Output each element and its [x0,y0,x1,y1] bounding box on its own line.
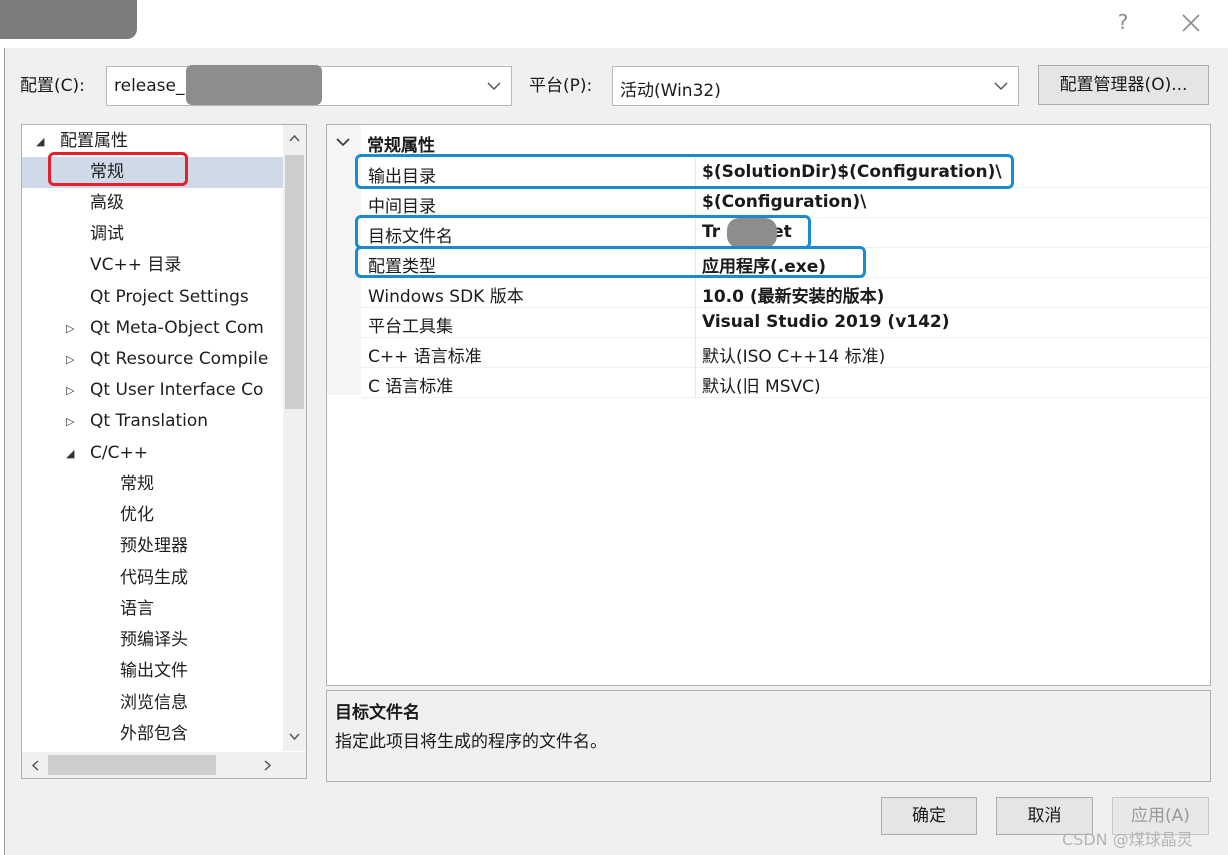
property-grid: 常规属性 输出目录 $(SolutionDir)$(Configuration)… [326,124,1211,686]
tree-item-cpp-codegen[interactable]: 代码生成 [120,563,188,594]
highlight-selected-item [48,152,188,186]
highlight-config-type [355,246,866,278]
property-tree: ◢ 配置属性 常规 高级 调试 VC++ 目录 Qt Project Setti… [21,124,307,779]
watermark: CSDN @煤球晶灵 [1062,830,1193,849]
tree-item-cpp-general[interactable]: 常规 [120,469,154,500]
tree-item-label: Qt Meta-Object Com [90,318,264,338]
platform-dropdown[interactable]: 活动(Win32) [612,66,1019,106]
config-manager-button[interactable]: 配置管理器(O)... [1038,65,1209,105]
grid-row[interactable]: 平台工具集 Visual Studio 2019 (v142) [361,308,1210,338]
highlight-target-name [355,215,811,249]
scroll-down-icon[interactable] [287,729,302,744]
column-divider [695,278,696,308]
property-value: 默认(ISO C++14 标准) [702,347,886,367]
tree-item-label: Qt Translation [90,411,209,431]
expand-triangle-icon: ▷ [66,384,75,397]
tree-item-label: Qt Resource Compile [90,349,269,369]
expand-triangle-icon: ▷ [66,415,75,428]
chevron-down-icon[interactable] [335,135,351,149]
tree-item-label: Qt User Interface Co [90,380,264,400]
column-divider [695,308,696,338]
collapse-triangle-icon: ◢ [66,447,75,460]
tree-item-cpp-optimization[interactable]: 优化 [120,500,154,531]
scroll-right-icon[interactable] [260,758,275,773]
property-value: Visual Studio 2019 (v142) [702,312,950,332]
tree-item-cpp-preprocessor[interactable]: 预处理器 [120,531,188,562]
property-value: $(Configuration)\ [702,192,867,212]
tree-item-cpp-external-includes[interactable]: 外部包含 [120,719,188,750]
property-name: 平台工具集 [368,317,453,337]
grid-row[interactable]: C 语言标准 默认(旧 MSVC) [361,368,1210,398]
tree-item-cpp-browse-info[interactable]: 浏览信息 [120,688,188,719]
expand-triangle-icon: ▷ [66,322,75,335]
chevron-down-icon [487,82,501,91]
description-text: 指定此项目将生成的程序的文件名。 [335,732,607,752]
property-name: Windows SDK 版本 [368,287,524,307]
tree-item-vcpp-dirs[interactable]: VC++ 目录 [90,250,181,281]
column-divider [695,338,696,368]
property-name: C 语言标准 [368,377,454,397]
expand-triangle-icon: ▷ [66,353,75,366]
tree-item-label: C/C++ [90,443,148,463]
redacted-config-name [186,65,322,105]
platform-value: 活动(Win32) [620,81,721,101]
scrollbar-corner [283,752,306,778]
tree-vertical-scrollbar[interactable] [283,125,306,751]
tree-item-cpp-language[interactable]: 语言 [120,594,154,625]
column-divider [695,368,696,398]
tree-item-advanced[interactable]: 高级 [90,188,124,219]
section-title: 常规属性 [367,136,435,156]
config-value: release_ [114,76,185,96]
title-bar: ? [0,0,1228,48]
property-name: 中间目录 [368,197,436,217]
scroll-left-icon[interactable] [28,758,43,773]
collapse-triangle-icon: ◢ [36,135,45,148]
property-name: C++ 语言标准 [368,347,482,367]
tree-item-cpp-output-files[interactable]: 输出文件 [120,656,188,687]
tree-vertical-scroll-thumb[interactable] [285,155,304,409]
tree-horizontal-scroll-thumb[interactable] [48,755,216,775]
redacted-window-title [0,0,137,39]
tree-item-qt-project-settings[interactable]: Qt Project Settings [90,282,249,313]
config-label: 配置(C): [20,76,85,96]
close-icon [1182,14,1200,32]
highlight-output-dir [355,154,1014,189]
property-value: 默认(旧 MSVC) [702,377,821,397]
grid-row[interactable]: C++ 语言标准 默认(ISO C++14 标准) [361,338,1210,368]
tree-item-debugging[interactable]: 调试 [90,219,124,250]
help-button[interactable]: ? [1112,8,1134,36]
tree-item-cpp-pch[interactable]: 预编译头 [120,625,188,656]
close-button[interactable] [1176,8,1206,38]
chevron-down-icon [994,82,1008,91]
ok-button[interactable]: 确定 [881,797,977,835]
description-panel: 目标文件名 指定此项目将生成的程序的文件名。 [326,690,1211,782]
property-value: 10.0 (最新安装的版本) [702,287,885,307]
scroll-up-icon[interactable] [287,131,302,146]
grid-row[interactable]: 中间目录 $(Configuration)\ [361,188,1210,218]
grid-row[interactable]: Windows SDK 版本 10.0 (最新安装的版本) [361,278,1210,308]
column-divider [695,188,696,218]
platform-label: 平台(P): [529,76,593,96]
tree-horizontal-scrollbar[interactable] [22,752,283,778]
description-title: 目标文件名 [335,703,420,723]
